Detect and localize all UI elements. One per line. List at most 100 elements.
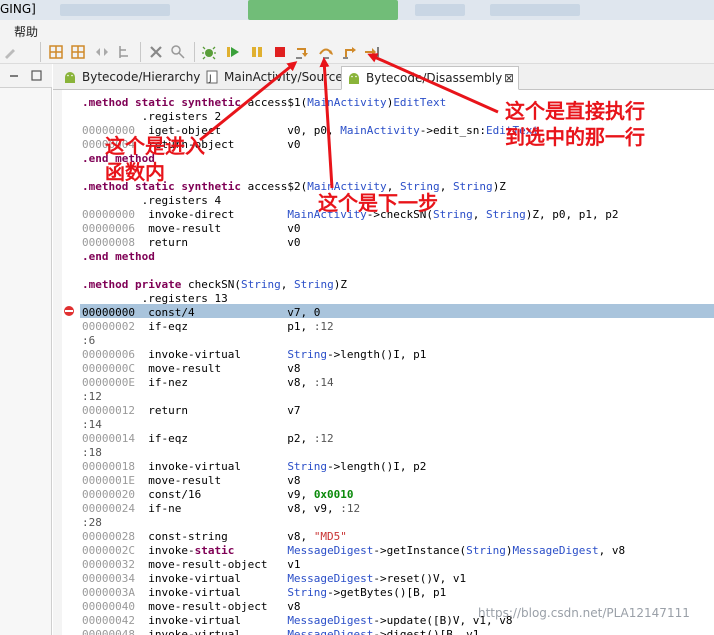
code-text: move-result v8 [148, 362, 301, 375]
code-text: .method static synthetic access$1(MainAc… [82, 96, 447, 109]
code-line[interactable]: :6 [82, 334, 95, 348]
code-line[interactable]: 0000001E move-result v8 [82, 474, 301, 488]
maximize-icon[interactable] [31, 70, 42, 81]
code-address: 00000006 [82, 348, 135, 361]
breakpoint-icon[interactable] [62, 305, 76, 317]
move-icon[interactable] [94, 44, 110, 60]
tab-bytecode-hierarchy[interactable]: Bytecode/Hierarchy [58, 66, 200, 90]
pencil-icon[interactable] [2, 44, 18, 60]
delete-icon[interactable] [148, 44, 164, 60]
step-into-icon[interactable] [295, 44, 311, 60]
code-line[interactable]: 00000042 invoke-virtual MessageDigest->u… [82, 614, 512, 628]
code-line[interactable]: :18 [82, 446, 102, 460]
tab-label: Bytecode/Hierarchy [82, 70, 201, 84]
code-line[interactable]: 00000034 invoke-virtual MessageDigest->r… [82, 572, 466, 586]
left-pane [0, 64, 52, 635]
java-file-icon: J [206, 70, 218, 84]
code-text: :12 [82, 390, 102, 403]
code-line[interactable]: 00000006 invoke-virtual String->length()… [82, 348, 426, 362]
code-address-pad [135, 628, 148, 635]
code-line[interactable]: :14 [82, 418, 102, 432]
code-address: 00000040 [82, 600, 135, 613]
code-address-pad [135, 460, 148, 473]
code-line[interactable]: 0000003A invoke-virtual String->getBytes… [82, 586, 446, 600]
minimize-icon[interactable] [9, 71, 19, 81]
code-address-pad [135, 222, 148, 235]
annotation-step-over: 这个是下一步 [318, 191, 438, 215]
code-line[interactable]: .registers 13 [82, 292, 228, 306]
code-line[interactable]: 00000028 const-string v8, "MD5" [82, 530, 347, 544]
code-address: 00000000 [82, 306, 135, 319]
code-line[interactable]: 00000040 move-result-object v8 [82, 600, 301, 614]
code-line[interactable]: 0000000E if-nez v8, :14 [82, 376, 334, 390]
refactor-icon[interactable] [170, 44, 186, 60]
code-text: invoke-virtual MessageDigest->reset()V, … [148, 572, 467, 585]
run-icon[interactable] [225, 44, 241, 60]
code-text: iget-object v0, p0, MainActivity->edit_s… [148, 124, 539, 137]
step-over-icon[interactable] [318, 44, 334, 60]
debug-icon[interactable] [201, 44, 217, 60]
code-line[interactable]: 00000014 if-eqz p2, :12 [82, 432, 334, 446]
title-blur [60, 4, 170, 16]
taskbar-item [248, 0, 398, 20]
code-line[interactable]: 0000000C move-result v8 [82, 362, 301, 376]
code-text: invoke-static MessageDigest->getInstance… [148, 544, 626, 557]
run-to-line-icon[interactable] [364, 44, 380, 60]
annotation-line: 函数内 [105, 160, 165, 184]
tab-label: MainActivity/Source [224, 70, 343, 84]
code-address-pad [135, 236, 148, 249]
tab-bytecode-disassembly[interactable]: Bytecode/Disassembly ⊠ [341, 66, 519, 90]
code-address-pad [135, 572, 148, 585]
step-return-icon[interactable] [342, 44, 358, 60]
title-blur [490, 4, 580, 16]
code-address-pad [135, 306, 148, 319]
code-text: invoke-virtual String->getBytes()[B, p1 [148, 586, 447, 599]
code-line[interactable]: :12 [82, 390, 102, 404]
code-address: 00000008 [82, 236, 135, 249]
code-address: 00000042 [82, 614, 135, 627]
code-address: 0000001E [82, 474, 135, 487]
code-line[interactable]: 00000000 const/4 v7, 0 [82, 306, 320, 320]
code-address-pad [135, 348, 148, 361]
code-line[interactable]: 00000020 const/16 v9, 0x0010 [82, 488, 354, 502]
code-line[interactable]: 00000008 return v0 [82, 236, 301, 250]
pause-icon[interactable] [249, 44, 265, 60]
code-line[interactable]: 00000002 if-eqz p1, :12 [82, 320, 334, 334]
menu-help[interactable]: 帮助 [14, 23, 38, 40]
code-address-pad [135, 600, 148, 613]
code-line[interactable]: 00000012 return v7 [82, 404, 301, 418]
code-text: if-ne v8, v9, :12 [148, 502, 361, 515]
left-pane-header [0, 64, 52, 88]
tree-icon[interactable] [116, 44, 132, 60]
code-line[interactable]: 00000048 invoke-virtual MessageDigest->d… [82, 628, 479, 635]
code-line[interactable]: 00000018 invoke-virtual String->length()… [82, 460, 426, 474]
code-text: const/4 v7, 0 [148, 306, 321, 319]
code-address-pad [135, 474, 148, 487]
menu-bar: 帮助 [0, 20, 714, 39]
code-line[interactable]: 00000006 move-result v0 [82, 222, 301, 236]
code-text: .method private checkSN(String, String)Z [82, 278, 347, 291]
tab-mainactivity-source[interactable]: J MainActivity/Source [200, 66, 343, 90]
code-text: .registers 4 [82, 194, 222, 207]
code-line[interactable]: 0000002C invoke-static MessageDigest->ge… [82, 544, 625, 558]
code-text: :6 [82, 334, 96, 347]
code-line[interactable]: :28 [82, 516, 102, 530]
code-address: 0000003A [82, 586, 135, 599]
code-line[interactable]: .method static synthetic access$1(MainAc… [82, 96, 446, 110]
stop-icon[interactable] [272, 44, 288, 60]
grid-icon[interactable] [48, 44, 64, 60]
close-tab-icon[interactable]: ⊠ [504, 67, 514, 89]
code-line[interactable]: .end method [82, 250, 155, 264]
grid2-icon[interactable] [70, 44, 86, 60]
code-line[interactable]: .registers 2 [82, 110, 221, 124]
annotation-step-into: 这个是进入 函数内 [105, 133, 205, 185]
code-line[interactable]: .method private checkSN(String, String)Z [82, 278, 347, 292]
code-line[interactable]: 00000032 move-result-object v1 [82, 558, 301, 572]
code-text: invoke-virtual MessageDigest->digest()[B… [148, 628, 480, 635]
code-address: 00000048 [82, 628, 135, 635]
code-address: 00000002 [82, 320, 135, 333]
code-line[interactable]: 00000024 if-ne v8, v9, :12 [82, 502, 360, 516]
code-text: const-string v8, "MD5" [148, 530, 347, 543]
toolbar-separator [40, 42, 41, 62]
code-line[interactable]: .registers 4 [82, 194, 221, 208]
